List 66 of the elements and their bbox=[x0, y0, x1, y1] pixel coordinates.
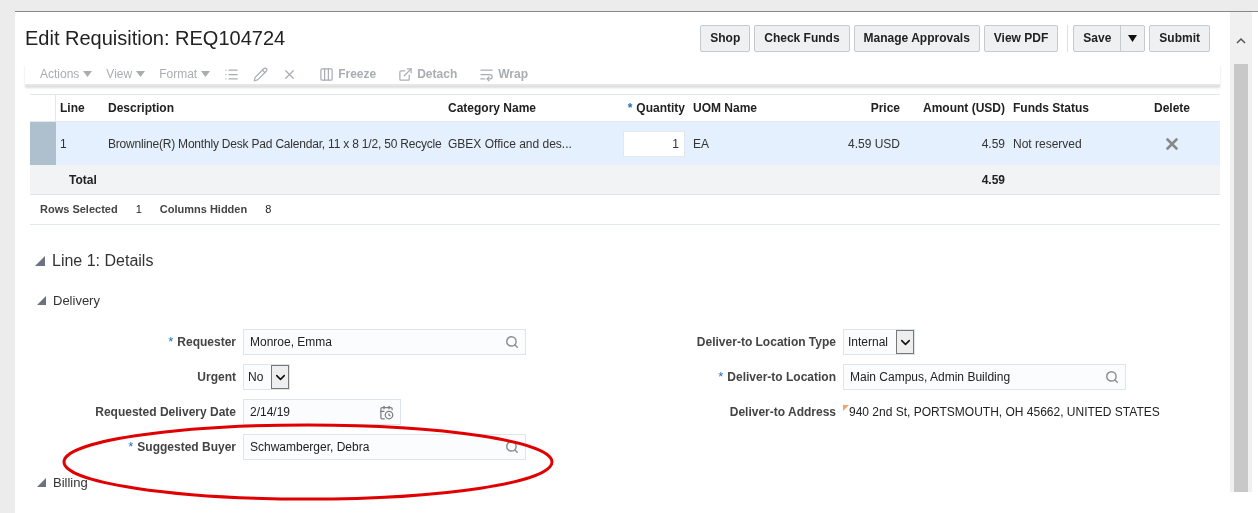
select-field[interactable]: Internal bbox=[843, 329, 916, 355]
status-label: Rows Selected bbox=[40, 202, 118, 218]
wrap-icon bbox=[479, 66, 495, 82]
field-label: Deliver-to Address bbox=[729, 404, 836, 421]
table-cell-text: GBEX Office and des... bbox=[447, 135, 573, 153]
columns-icon bbox=[319, 66, 335, 82]
dropdown-caret-icon[interactable] bbox=[1128, 34, 1138, 42]
column-header[interactable]: Category Name bbox=[448, 101, 537, 115]
search-icon[interactable] bbox=[505, 335, 519, 349]
column-header[interactable]: Quantity bbox=[636, 101, 685, 115]
flag-icon bbox=[843, 405, 849, 411]
status-label: Columns Hidden bbox=[159, 202, 248, 218]
column-header[interactable]: Funds Status bbox=[1013, 101, 1089, 115]
save-split-button[interactable]: Save bbox=[1073, 24, 1146, 52]
required-mark: * bbox=[128, 438, 134, 457]
required-mark: * bbox=[718, 368, 724, 387]
select-field[interactable]: No bbox=[243, 364, 291, 390]
required-mark: * bbox=[168, 333, 174, 352]
table-cell-text: 4.59 bbox=[980, 135, 1006, 153]
status-value: 8 bbox=[265, 202, 272, 218]
table-cell-text: Brownline(R) Monthly Desk Pad Calendar, 11 x 8 1/2, 50 Recycle bbox=[107, 135, 443, 153]
collapse-icon[interactable] bbox=[37, 477, 46, 487]
table-cell-text: 4.59 USD bbox=[846, 135, 901, 153]
field-label: Urgent bbox=[197, 369, 236, 386]
column-header[interactable]: Description bbox=[108, 101, 174, 115]
action-button[interactable]: Manage Approvals bbox=[853, 24, 980, 52]
table-cell-text: Not reserved bbox=[1012, 135, 1083, 153]
lookup-field[interactable]: Main Campus, Admin Building bbox=[843, 364, 1126, 390]
quantity-field[interactable]: 1 bbox=[623, 130, 685, 157]
field-label: Requested Delivery Date bbox=[95, 404, 236, 421]
column-header[interactable]: Line bbox=[60, 101, 85, 115]
collapse-icon[interactable] bbox=[35, 256, 45, 266]
column-header[interactable]: Amount (USD) bbox=[923, 101, 1005, 115]
subsection-title[interactable]: Delivery bbox=[53, 291, 100, 311]
total-label: Total bbox=[68, 171, 98, 189]
field-label: Deliver-to Location Type bbox=[696, 334, 836, 351]
lookup-field[interactable]: Monroe, Emma bbox=[243, 329, 526, 355]
field-label: Deliver-to Location bbox=[727, 369, 836, 386]
lookup-field[interactable]: Schwamberger, Debra bbox=[243, 434, 526, 460]
search-icon[interactable] bbox=[1105, 370, 1119, 384]
action-button[interactable]: Submit bbox=[1149, 24, 1210, 52]
field-label: Requester bbox=[177, 334, 236, 351]
table-cell-text: EA bbox=[692, 135, 710, 153]
date-field[interactable]: 2/14/19 bbox=[243, 399, 401, 425]
section-title[interactable]: Line 1: Details bbox=[52, 249, 154, 273]
scrollbar-thumb[interactable] bbox=[1234, 64, 1248, 492]
action-button[interactable]: View PDF bbox=[983, 24, 1059, 52]
required-mark: * bbox=[627, 101, 633, 115]
total-amount: 4.59 bbox=[980, 171, 1006, 189]
table-cell-text: 1 bbox=[59, 135, 68, 153]
status-value: 1 bbox=[135, 202, 142, 218]
calendar-icon[interactable] bbox=[379, 404, 394, 420]
column-header[interactable]: Delete bbox=[1154, 101, 1190, 115]
table-row[interactable]: 1 Brownline(R) Monthly Desk Pad Calendar, 11 x 8 1/2, 50 Recycle GBEX Office and des... 1 EA 4.59 USD 4.59 Not reserved bbox=[30, 122, 1220, 165]
column-header[interactable]: Price bbox=[870, 101, 900, 115]
field-label: Suggested Buyer bbox=[137, 439, 236, 456]
search-icon[interactable] bbox=[505, 440, 519, 454]
action-button[interactable]: Check Funds bbox=[754, 24, 850, 52]
subsection-title[interactable]: Billing bbox=[53, 472, 88, 492]
collapse-icon[interactable] bbox=[37, 296, 46, 306]
column-header[interactable]: UOM Name bbox=[693, 101, 757, 115]
action-button[interactable]: Shop bbox=[700, 24, 751, 52]
page-title: Edit Requisition: REQ104724 bbox=[25, 26, 286, 51]
address-text: 940 2nd St, PORTSMOUTH, OH 45662, UNITED STATES bbox=[849, 404, 1160, 421]
scroll-up-icon[interactable] bbox=[1236, 37, 1246, 44]
detach-icon bbox=[398, 66, 414, 82]
